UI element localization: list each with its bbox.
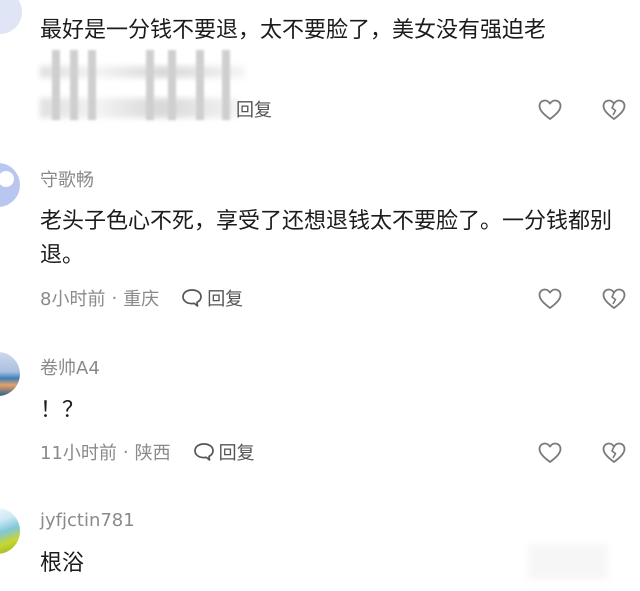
reply-label: 回复 (207, 289, 244, 310)
speech-bubble-icon (182, 289, 203, 307)
timestamp: 11小时前 (40, 443, 117, 464)
separator: · (111, 287, 118, 309)
reply-label: 回复 (218, 443, 255, 464)
location: 陕西 (134, 443, 171, 464)
avatar[interactable] (0, 508, 20, 554)
comment-text: 老头子色心不死，享受了还想退钱太不要脸了。一分钱都别退。 (40, 209, 613, 268)
username[interactable]: jyfjctin781 (40, 510, 135, 531)
comment-meta: 8小时前 · 重庆 回复 (40, 285, 243, 311)
avatar[interactable] (0, 0, 22, 34)
timestamp: 8小时前 (40, 289, 106, 310)
broken-heart-icon[interactable] (601, 286, 627, 312)
comment-meta: 11小时前 · 陕西 回复 (40, 439, 255, 465)
heart-icon[interactable] (537, 286, 563, 312)
comment-text: ！？ (40, 398, 85, 423)
speech-bubble-icon (193, 443, 214, 461)
username[interactable]: 守歌畅 (40, 166, 94, 192)
reply-button[interactable]: 回复 (181, 285, 243, 311)
separator: · (122, 441, 129, 463)
heart-icon[interactable] (537, 97, 563, 123)
broken-heart-icon[interactable] (601, 440, 627, 466)
broken-heart-icon[interactable] (601, 97, 627, 123)
avatar[interactable] (0, 352, 20, 396)
location: 重庆 (123, 289, 160, 310)
reply-button[interactable]: 回复 (193, 439, 255, 465)
heart-icon[interactable] (537, 440, 563, 466)
username[interactable]: 卷帅A4 (40, 354, 100, 380)
comment-meta: 回复 (236, 96, 272, 122)
avatar[interactable] (0, 163, 20, 207)
comment-text: 根浴 (40, 551, 85, 576)
comment-text: 最好是一分钱不要退，太不要脸了，美女没有强迫老 (40, 18, 547, 43)
watermark (528, 544, 608, 580)
reply-label[interactable]: 回复 (236, 96, 272, 122)
